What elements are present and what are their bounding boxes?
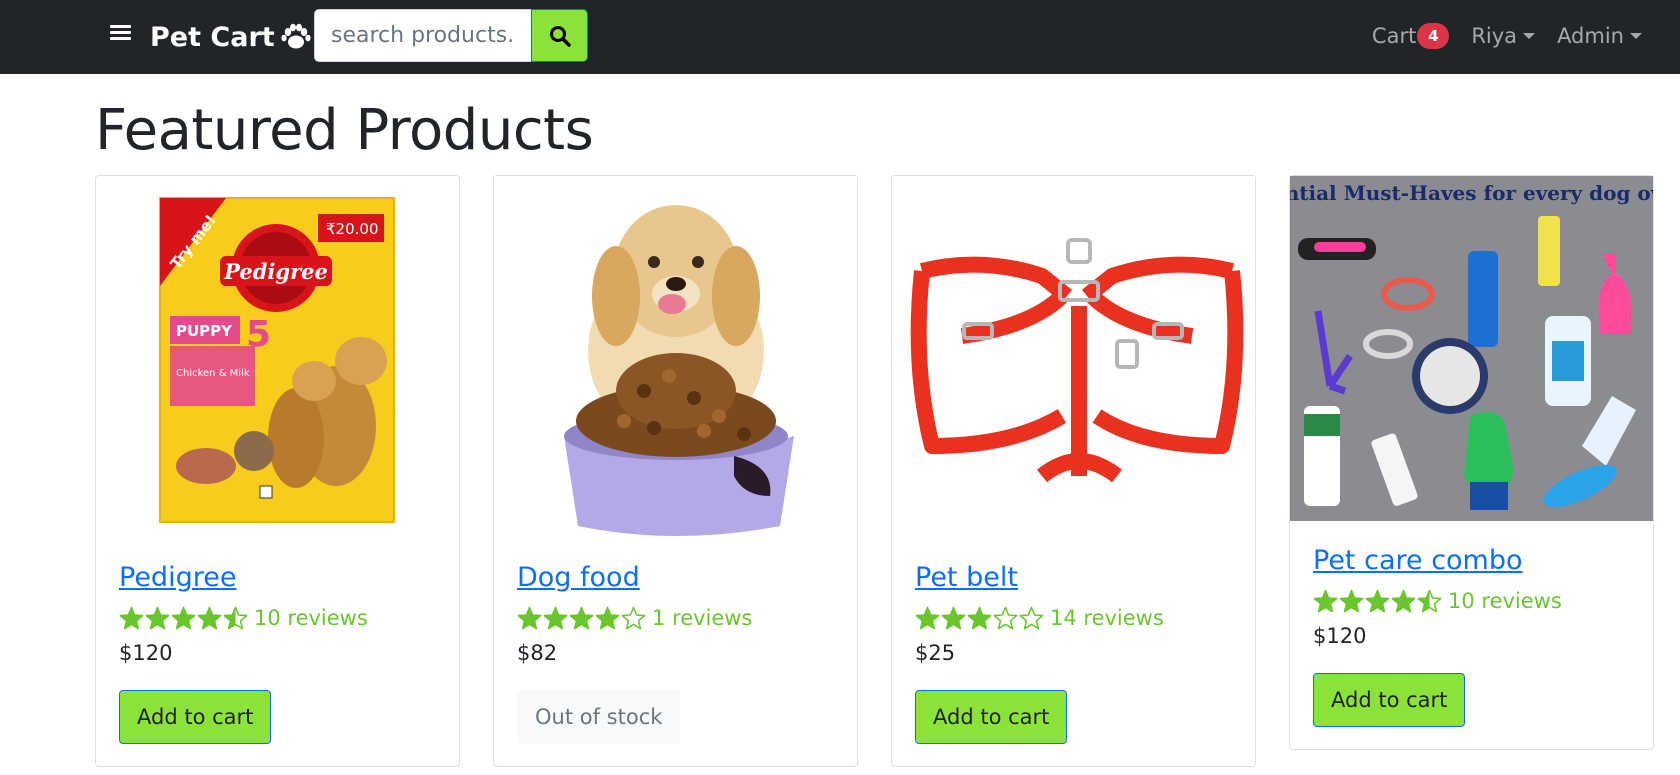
- product-price: $120: [1313, 624, 1367, 648]
- search-button[interactable]: [531, 9, 588, 62]
- pedigree-pack-image: Try me! ₹20.00 Pedigree PUPPY Chicken & …: [159, 197, 395, 523]
- product-price: $25: [915, 641, 956, 665]
- product-image[interactable]: Try me! ₹20.00 Pedigree PUPPY Chicken & …: [96, 176, 459, 538]
- review-count: 10 reviews: [1448, 589, 1562, 613]
- menu-toggle-icon[interactable]: [108, 22, 134, 48]
- product-price: $120: [119, 641, 173, 665]
- admin-menu-dropdown[interactable]: Admin: [1557, 24, 1642, 48]
- cart-link[interactable]: Cart 4: [1371, 23, 1450, 49]
- product-title-link[interactable]: Pet care combo: [1313, 542, 1630, 580]
- star-filled-icon: [543, 606, 568, 629]
- price-tag-text: ₹20.00: [326, 220, 379, 238]
- product-rating: 10 reviews: [1313, 586, 1630, 616]
- star-filled-icon: [119, 606, 144, 629]
- puppy-with-food-bowl-image: [494, 176, 857, 538]
- product-rating: 10 reviews: [119, 603, 436, 633]
- chevron-down-icon: [1630, 33, 1642, 39]
- paw-icon: [281, 23, 311, 49]
- star-filled-icon: [967, 606, 992, 629]
- search-form: [314, 9, 588, 62]
- product-card: Essential Must-Haves for every dog owner…: [1289, 175, 1654, 750]
- add-to-cart-button[interactable]: Add to cart: [119, 690, 272, 744]
- product-rating: 14 reviews: [915, 603, 1232, 633]
- chevron-down-icon: [1523, 33, 1536, 39]
- navbar: Pet Cart Cart 4 Riya Admin: [0, 0, 1680, 74]
- product-title-link[interactable]: Pedigree: [119, 559, 436, 597]
- pack-tag-text: PUPPY: [176, 322, 233, 340]
- star-filled-icon: [1313, 589, 1338, 612]
- add-to-cart-button[interactable]: Add to cart: [1313, 673, 1466, 727]
- star-filled-icon: [941, 606, 966, 629]
- page-title: Featured Products: [95, 98, 594, 163]
- dog-essentials-collage-image: Essential Must-Haves for every dog owner: [1290, 176, 1653, 521]
- product-image[interactable]: Essential Must-Haves for every dog owner: [1290, 176, 1653, 521]
- review-count: 14 reviews: [1050, 606, 1164, 630]
- pack-logo-text: Pedigree: [223, 259, 328, 284]
- star-rating: [517, 606, 647, 631]
- product-title-link[interactable]: Dog food: [517, 559, 834, 597]
- review-count: 10 reviews: [254, 606, 368, 630]
- red-harness-image: [892, 176, 1255, 538]
- add-to-cart-button[interactable]: Add to cart: [915, 690, 1068, 744]
- pack-flavor-text: Chicken & Milk: [176, 368, 250, 379]
- user-menu-label: Riya: [1471, 24, 1518, 48]
- product-rating: 1 reviews: [517, 603, 834, 633]
- product-image[interactable]: [892, 176, 1255, 538]
- star-filled-icon: [197, 606, 222, 629]
- svg-text:5: 5: [246, 314, 271, 355]
- star-empty-icon: [1019, 606, 1044, 629]
- star-empty-icon: [621, 606, 646, 629]
- collage-title-text: Essential Must-Haves for every dog owner: [1290, 181, 1653, 205]
- product-image[interactable]: [494, 176, 857, 538]
- product-card: Dog food 1 reviews $82 Out of stock: [493, 175, 858, 767]
- star-half-icon: [223, 606, 248, 629]
- brand-name: Pet Cart: [150, 21, 275, 53]
- star-rating: [1313, 589, 1443, 614]
- star-filled-icon: [1391, 589, 1416, 612]
- star-filled-icon: [145, 606, 170, 629]
- star-half-icon: [1417, 589, 1442, 612]
- star-filled-icon: [569, 606, 594, 629]
- search-icon: [549, 25, 571, 47]
- star-filled-icon: [171, 606, 196, 629]
- cart-count-badge: 4: [1417, 23, 1450, 49]
- star-filled-icon: [915, 606, 940, 629]
- brand-link[interactable]: Pet Cart: [150, 17, 311, 57]
- star-filled-icon: [1365, 589, 1390, 612]
- product-title-link[interactable]: Pet belt: [915, 559, 1232, 597]
- cart-label: Cart: [1371, 24, 1417, 48]
- product-price: $82: [517, 641, 558, 665]
- star-rating: [119, 606, 249, 631]
- star-filled-icon: [1339, 589, 1364, 612]
- user-menu-dropdown[interactable]: Riya: [1471, 24, 1536, 48]
- star-filled-icon: [595, 606, 620, 629]
- admin-menu-label: Admin: [1557, 24, 1624, 48]
- star-filled-icon: [517, 606, 542, 629]
- star-rating: [915, 606, 1045, 631]
- nav-right: Cart 4 Riya Admin: [1350, 19, 1642, 53]
- product-card: Try me! ₹20.00 Pedigree PUPPY Chicken & …: [95, 175, 460, 767]
- search-input[interactable]: [314, 9, 531, 62]
- out-of-stock-label: Out of stock: [517, 690, 681, 744]
- star-empty-icon: [993, 606, 1018, 629]
- review-count: 1 reviews: [652, 606, 753, 630]
- product-card: Pet belt 14 reviews $25 Add to cart: [891, 175, 1256, 767]
